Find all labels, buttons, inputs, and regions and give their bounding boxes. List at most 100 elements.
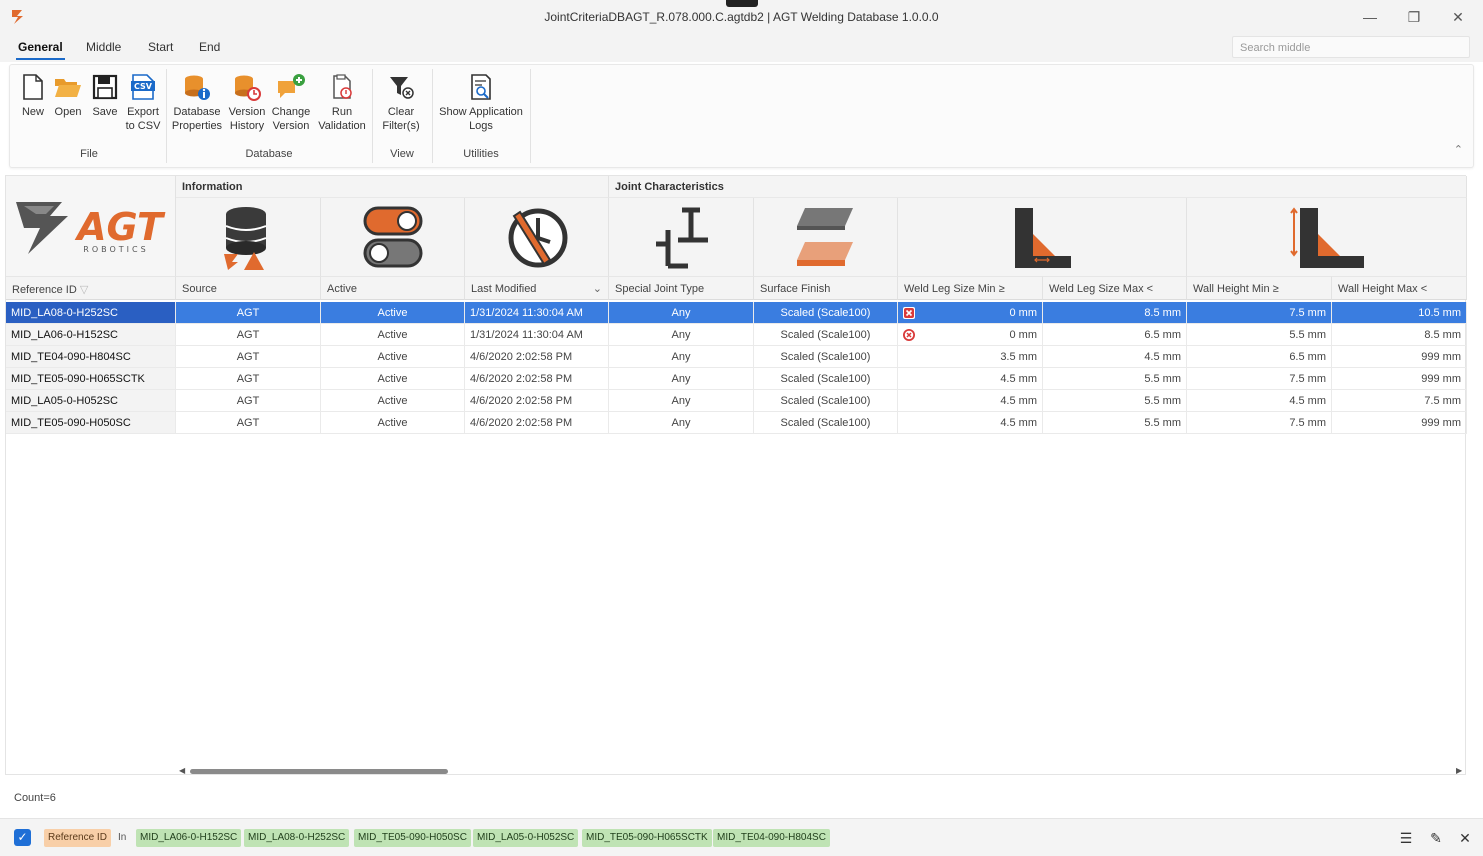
filter-value-chip[interactable]: MID_LA08-0-H252SC	[244, 829, 350, 847]
cell-wh-max[interactable]: 999 mm	[1332, 368, 1467, 390]
cell-special[interactable]: Any	[609, 302, 754, 324]
show-logs-button[interactable]: Show Application Logs	[434, 73, 528, 133]
cell-wh-max[interactable]: 999 mm	[1332, 412, 1467, 434]
cell-active[interactable]: Active	[321, 302, 465, 324]
col-header-weld-leg-min[interactable]: Weld Leg Size Min ≥	[898, 276, 1043, 300]
version-history-button[interactable]: Version History	[226, 73, 268, 133]
cell-surface[interactable]: Scaled (Scale100)	[754, 368, 898, 390]
cell-source[interactable]: AGT	[176, 346, 321, 368]
cell-wl-max[interactable]: 8.5 mm	[1043, 302, 1187, 324]
cell-modified[interactable]: 1/31/2024 11:30:04 AM	[465, 302, 609, 324]
filter-field-chip[interactable]: Reference ID	[44, 829, 111, 847]
export-csv-button[interactable]: CSV Export to CSV	[124, 73, 162, 133]
cell-wl-min[interactable]: 4.5 mm	[898, 368, 1043, 390]
cell-active[interactable]: Active	[321, 346, 465, 368]
filter-value-chip[interactable]: MID_TE05-090-H050SC	[354, 829, 471, 847]
table-row[interactable]: MID_TE05-090-H065SCTK AGT Active 4/6/2020 2…	[6, 368, 1467, 390]
tab-start[interactable]: Start	[146, 40, 175, 58]
filter-enabled-checkbox[interactable]: ✓	[14, 829, 31, 846]
table-row[interactable]: MID_LA06-0-H152SC AGT Active 1/31/2024 11:3…	[6, 324, 1467, 346]
cell-wh-min[interactable]: 7.5 mm	[1187, 368, 1332, 390]
cell-wl-max[interactable]: 5.5 mm	[1043, 368, 1187, 390]
change-version-button[interactable]: Change Version	[270, 73, 312, 133]
cell-modified[interactable]: 4/6/2020 2:02:58 PM	[465, 390, 609, 412]
table-row[interactable]: MID_TE04-090-H804SC AGT Active 4/6/2020 2:0…	[6, 346, 1467, 368]
cell-wh-min[interactable]: 7.5 mm	[1187, 302, 1332, 324]
cell-special[interactable]: Any	[609, 412, 754, 434]
col-header-source[interactable]: Source	[176, 276, 321, 300]
cell-modified[interactable]: 4/6/2020 2:02:58 PM	[465, 346, 609, 368]
minimize-button[interactable]: —	[1350, 4, 1390, 30]
cell-wh-min[interactable]: 5.5 mm	[1187, 324, 1332, 346]
cell-wh-min[interactable]: 6.5 mm	[1187, 346, 1332, 368]
cell-active[interactable]: Active	[321, 412, 465, 434]
cell-surface[interactable]: Scaled (Scale100)	[754, 346, 898, 368]
cell-special[interactable]: Any	[609, 324, 754, 346]
search-input[interactable]: Search middle	[1232, 36, 1470, 58]
close-window-button[interactable]: ✕	[1438, 4, 1478, 30]
cell-wh-max[interactable]: 8.5 mm	[1332, 324, 1467, 346]
cell-special[interactable]: Any	[609, 346, 754, 368]
cell-special[interactable]: Any	[609, 390, 754, 412]
cell-wh-min[interactable]: 4.5 mm	[1187, 390, 1332, 412]
filter-value-chip[interactable]: MID_LA05-0-H052SC	[473, 829, 579, 847]
cell-source[interactable]: AGT	[176, 390, 321, 412]
cell-modified[interactable]: 1/31/2024 11:30:04 AM	[465, 324, 609, 346]
cell-ref[interactable]: MID_TE05-090-H050SC	[6, 412, 176, 434]
col-header-reference-id[interactable]: Reference ID ▽	[6, 276, 176, 300]
cell-wl-min[interactable]: 0 mm	[898, 324, 1043, 346]
open-button[interactable]: Open	[52, 73, 84, 119]
cell-surface[interactable]: Scaled (Scale100)	[754, 324, 898, 346]
col-header-surface-finish[interactable]: Surface Finish	[754, 276, 898, 300]
clear-filters-button[interactable]: Clear Filter(s)	[378, 73, 424, 133]
tab-general[interactable]: General	[16, 40, 65, 60]
cell-surface[interactable]: Scaled (Scale100)	[754, 390, 898, 412]
cell-wl-min[interactable]: 3.5 mm	[898, 346, 1043, 368]
table-row[interactable]: MID_TE05-090-H050SC AGT Active 4/6/2020 2:0…	[6, 412, 1467, 434]
cell-wl-min[interactable]: 0 mm	[898, 302, 1043, 324]
edit-icon[interactable]: ✎	[1426, 828, 1446, 848]
cell-ref[interactable]: MID_LA05-0-H052SC	[6, 390, 176, 412]
chevron-down-icon[interactable]: ⌄	[593, 282, 602, 295]
cell-source[interactable]: AGT	[176, 412, 321, 434]
cell-wh-max[interactable]: 999 mm	[1332, 346, 1467, 368]
filter-value-chip[interactable]: MID_TE04-090-H804SC	[713, 829, 830, 847]
scroll-right-arrow[interactable]: ▶	[1456, 766, 1462, 775]
col-header-special-joint-type[interactable]: Special Joint Type	[609, 276, 754, 300]
col-header-weld-leg-max[interactable]: Weld Leg Size Max <	[1043, 276, 1187, 300]
cell-active[interactable]: Active	[321, 390, 465, 412]
horizontal-scrollbar[interactable]	[182, 769, 1466, 775]
cell-source[interactable]: AGT	[176, 368, 321, 390]
collapse-ribbon-button[interactable]: ⌃	[1454, 143, 1463, 156]
database-properties-button[interactable]: Database Properties	[170, 73, 224, 133]
filter-value-chip[interactable]: MID_LA06-0-H152SC	[136, 829, 242, 847]
cell-active[interactable]: Active	[321, 324, 465, 346]
cell-special[interactable]: Any	[609, 368, 754, 390]
col-header-wall-height-min[interactable]: Wall Height Min ≥	[1187, 276, 1332, 300]
scrollbar-thumb[interactable]	[190, 769, 448, 774]
filter-value-chip[interactable]: MID_TE05-090-H065SCTK	[582, 829, 712, 847]
cell-wl-min[interactable]: 4.5 mm	[898, 390, 1043, 412]
col-header-last-modified[interactable]: Last Modified ⌄	[465, 276, 609, 300]
cell-surface[interactable]: Scaled (Scale100)	[754, 302, 898, 324]
new-button[interactable]: New	[18, 73, 48, 119]
cell-wl-max[interactable]: 4.5 mm	[1043, 346, 1187, 368]
col-header-active[interactable]: Active	[321, 276, 465, 300]
cell-wl-min[interactable]: 4.5 mm	[898, 412, 1043, 434]
cell-source[interactable]: AGT	[176, 302, 321, 324]
tab-middle[interactable]: Middle	[84, 40, 123, 58]
cell-wh-max[interactable]: 7.5 mm	[1332, 390, 1467, 412]
cell-wl-max[interactable]: 5.5 mm	[1043, 412, 1187, 434]
cell-wl-max[interactable]: 6.5 mm	[1043, 324, 1187, 346]
cell-wh-min[interactable]: 7.5 mm	[1187, 412, 1332, 434]
cell-ref[interactable]: MID_LA08-0-H252SC	[6, 302, 176, 324]
cell-ref[interactable]: MID_TE05-090-H065SCTK	[6, 368, 176, 390]
cell-ref[interactable]: MID_TE04-090-H804SC	[6, 346, 176, 368]
table-row[interactable]: MID_LA08-0-H252SC AGT Active 1/31/2024 11:3…	[6, 302, 1467, 324]
cell-wh-max[interactable]: 10.5 mm	[1332, 302, 1467, 324]
save-button[interactable]: Save	[90, 73, 120, 119]
list-icon[interactable]: ☰	[1396, 828, 1416, 848]
cell-source[interactable]: AGT	[176, 324, 321, 346]
cell-wl-max[interactable]: 5.5 mm	[1043, 390, 1187, 412]
table-row[interactable]: MID_LA05-0-H052SC AGT Active 4/6/2020 2:02:…	[6, 390, 1467, 412]
